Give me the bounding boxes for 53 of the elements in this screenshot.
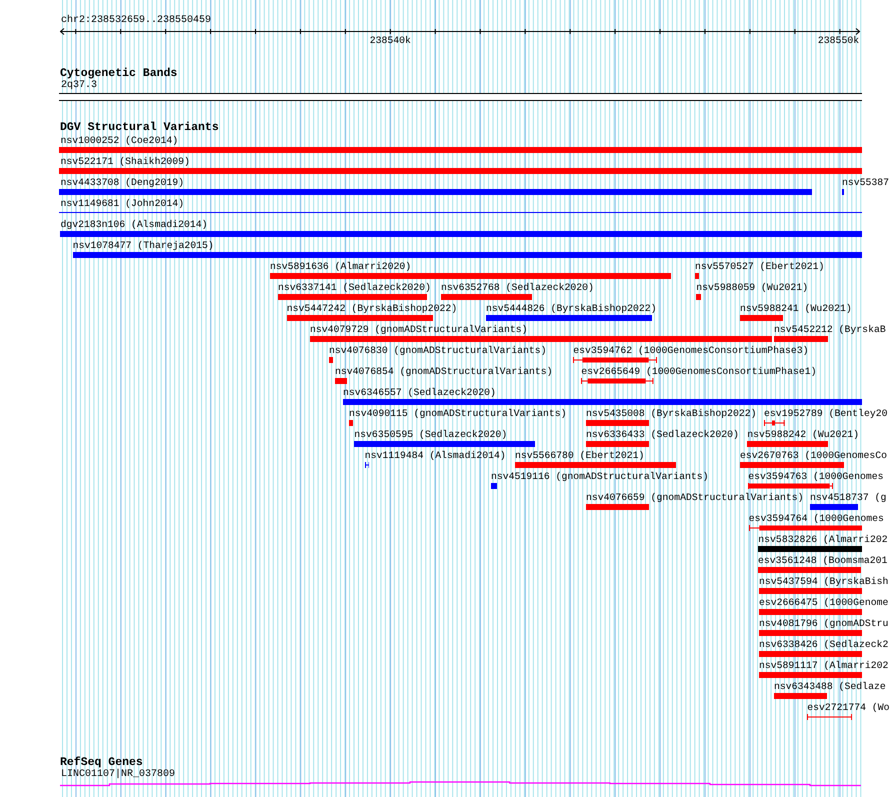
variant-label: nsv5444826 (ByrskaBishop2022) bbox=[486, 303, 656, 314]
variant-label: nsv5832826 (Almarri202 bbox=[758, 534, 888, 545]
variant-label: dgv2183n106 (Alsmadi2014) bbox=[60, 219, 208, 230]
variant-label: nsv5447242 (ByrskaBishop2022) bbox=[286, 303, 458, 314]
variant-label: nsv4076854 (gnomADStructuralVariants) bbox=[335, 366, 553, 377]
variant-label: nsv5435008 (ByrskaBishop2022) bbox=[586, 408, 756, 419]
variant-label: nsv4433708 (Deng2019) bbox=[60, 177, 184, 188]
variant-label: nsv1078477 (Thareja2015) bbox=[72, 240, 214, 251]
track-title: Cytogenetic Bands bbox=[60, 67, 178, 80]
variant-label: nsv1119484 (Alsmadi2014) bbox=[364, 450, 506, 461]
variant-label: nsv5988241 (Wu2021) bbox=[740, 303, 852, 314]
variant-label: nsv5891636 (Almarri2020) bbox=[270, 261, 412, 272]
variant-label: nsv1000252 (Coe2014) bbox=[60, 135, 178, 146]
variant-label: nsv5566780 (Ebert2021) bbox=[515, 450, 644, 461]
variant-label: nsv5988242 (Wu2021) bbox=[747, 429, 859, 440]
variant-label: esv2665649 (1000GenomesConsortiumPhase1) bbox=[581, 366, 816, 377]
variant-label: nsv5988059 (Wu2021) bbox=[696, 282, 808, 293]
variant-label: esv2721774 (Wo bbox=[807, 702, 890, 713]
variant-label: nsv6337141 (Sedlazeck2020) bbox=[278, 282, 431, 293]
variant-label: esv2666475 (1000Genome bbox=[759, 597, 888, 608]
variant-label: nsv6343488 (Sedlaze bbox=[774, 681, 886, 692]
variant-label: nsv4090115 (gnomADStructuralVariants) bbox=[349, 408, 567, 419]
variant-label: esv2670763 (1000GenomesCo bbox=[740, 450, 887, 461]
variant-label: nsv4076659 (gnomADStructuralVariants) bbox=[586, 492, 804, 503]
variant-label: nsv1149681 (John2014) bbox=[60, 198, 184, 209]
variant-label: nsv6352768 (Sedlazeck2020) bbox=[441, 282, 594, 293]
variant-label: nsv6350595 (Sedlazeck2020) bbox=[354, 429, 508, 440]
variant-label: nsv522171 (Shaikh2009) bbox=[60, 156, 190, 167]
gene-label: LINC01107|NR_037809 bbox=[61, 769, 176, 780]
variant-label: nsv6346557 (Sedlazeck2020) bbox=[343, 387, 496, 398]
variant-label: nsv4076830 (gnomADStructuralVariants) bbox=[329, 345, 547, 356]
variant-label: nsv5891117 (Almarri202 bbox=[759, 660, 888, 671]
variant-label: nsv4081796 (gnomADStru bbox=[759, 618, 888, 629]
variant-label: esv3561248 (Boomsma201 bbox=[758, 555, 888, 566]
location-label: chr2:238532659..238550459 bbox=[61, 15, 212, 26]
variant-label: nsv4079729 (gnomADStructuralVariants) bbox=[310, 324, 528, 335]
variant-label: nsv5452212 (ByrskaB bbox=[774, 324, 886, 335]
band-label: 2q37.3 bbox=[61, 80, 98, 91]
variant-label: esv3594763 (1000Genomes bbox=[748, 471, 884, 482]
variant-label: esv3594762 (1000GenomesConsortiumPhase3) bbox=[573, 345, 808, 356]
variant-label: nsv4518737 (g bbox=[810, 492, 886, 503]
track-title: RefSeq Genes bbox=[60, 756, 143, 769]
variant-label: nsv4519116 (gnomADStructuralVariants) bbox=[491, 471, 709, 482]
variant-label: esv1952789 (Bentley20 bbox=[764, 408, 888, 419]
variant-label: nsv5570527 (Ebert2021) bbox=[695, 261, 824, 272]
ruler-tick-label: 238550k bbox=[818, 35, 860, 46]
track-title: DGV Structural Variants bbox=[60, 121, 219, 134]
variant-label: nsv55387 bbox=[842, 177, 890, 188]
ruler-tick-label: 238540k bbox=[370, 35, 411, 46]
variant-label: nsv6338426 (Sedlazeck2 bbox=[759, 639, 888, 650]
variant-label: nsv6336433 (Sedlazeck2020) bbox=[586, 429, 739, 440]
variant-label: nsv5437594 (ByrskaBish bbox=[759, 576, 888, 587]
variant-label: esv3594764 (1000Genomes bbox=[748, 513, 884, 524]
